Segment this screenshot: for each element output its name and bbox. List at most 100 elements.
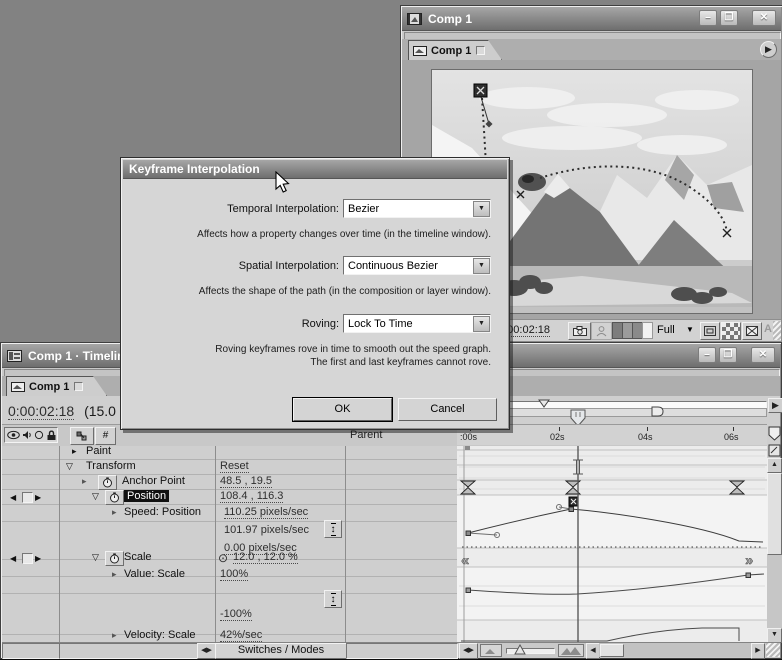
graph-height-button[interactable]: ↕ (324, 590, 342, 608)
twirl-velocity[interactable]: ▸ (112, 630, 117, 641)
timeline-current-time[interactable]: 0:00:02:18 (15.0 (8, 403, 116, 419)
transparency-grid-icon[interactable] (721, 322, 741, 340)
horizontal-scrollbar[interactable] (599, 643, 751, 657)
row-paint-label[interactable]: Paint (86, 446, 111, 457)
wireframe-icon[interactable] (742, 322, 762, 340)
roving-select[interactable]: Lock To Time ▼ (343, 314, 491, 333)
expand-graph-button[interactable]: ◀▶ (459, 643, 478, 659)
close-button[interactable]: ✕ (751, 347, 775, 363)
prev-keyframe-button[interactable]: ◀ (10, 554, 16, 563)
resize-grip[interactable] (773, 321, 781, 340)
minimize-button[interactable]: – (699, 10, 717, 26)
velocity-value[interactable]: 42%/sec (220, 629, 262, 642)
zoom-out-icon[interactable] (480, 644, 502, 657)
scale-keyframe-right[interactable]: » (745, 552, 753, 569)
timecode-hot-text[interactable]: 0:00:02:18 (8, 403, 74, 420)
anchor-value[interactable]: 48.5 , 19.5 (220, 475, 272, 488)
timeline-graph[interactable]: « » (457, 446, 767, 642)
cancel-button[interactable]: Cancel (398, 398, 497, 421)
resolution-dropdown-arrow[interactable]: ▼ (686, 325, 694, 334)
stopwatch-icon[interactable] (98, 475, 117, 490)
row-speed-label[interactable]: Speed: Position (124, 506, 201, 518)
hscroll-right-button[interactable]: ▶ (751, 643, 765, 659)
navigator-start-marker[interactable] (537, 399, 551, 409)
comp-marker-bin-icon[interactable] (768, 426, 782, 442)
dropdown-arrow-icon[interactable]: ▼ (473, 316, 490, 332)
row-velocity-label[interactable]: Velocity: Scale (124, 629, 196, 641)
scale-link-icon[interactable]: ⊙ (218, 551, 228, 565)
spatial-interpolation-select[interactable]: Continuous Bezier ▼ (343, 256, 491, 275)
graph-height-button[interactable]: ↕ (324, 520, 342, 538)
snapshot-camera-icon[interactable] (568, 322, 591, 340)
tab-marker-box[interactable] (74, 382, 83, 391)
panel-menu-button[interactable]: ▶ (768, 398, 782, 413)
comp-marker-icon[interactable] (768, 444, 782, 458)
twirl-paint[interactable]: ▸ (72, 446, 77, 457)
switches-modes-button[interactable]: Switches / Modes (215, 643, 347, 659)
twirl-scale[interactable]: ▽ (92, 552, 99, 563)
scroll-up-button[interactable]: ▲ (767, 458, 782, 473)
transform-reset[interactable]: Reset (220, 460, 249, 473)
next-keyframe-button[interactable]: ▶ (35, 554, 41, 563)
expand-columns-button[interactable]: ◀▶ (197, 643, 216, 659)
row-scale-label[interactable]: Scale (124, 551, 152, 563)
audio-icon[interactable] (22, 430, 33, 440)
keyframe-checkbox[interactable] (22, 553, 33, 564)
row-anchor-label[interactable]: Anchor Point (122, 475, 185, 487)
stopwatch-icon[interactable] (105, 490, 124, 505)
zoom-slider-thumb[interactable] (514, 644, 526, 655)
stopwatch-icon[interactable] (105, 551, 124, 566)
comp-titlebar[interactable]: Comp 1 – ❐ ✕ (402, 7, 781, 31)
minimize-button[interactable]: – (698, 347, 716, 363)
dropdown-arrow-icon[interactable]: ▼ (473, 258, 490, 274)
pixel-aspect-icon[interactable]: A (764, 323, 772, 335)
scale-keyframe-left[interactable]: « (461, 552, 469, 569)
scroll-down-button[interactable]: ▼ (767, 628, 782, 643)
eye-icon[interactable] (7, 430, 20, 440)
dialog-titlebar[interactable]: Keyframe Interpolation (123, 160, 507, 179)
next-keyframe-button[interactable]: ▶ (35, 493, 41, 502)
scrollbar-thumb[interactable] (767, 473, 782, 555)
region-of-interest-icon[interactable] (700, 322, 720, 340)
maximize-button[interactable]: ❐ (719, 347, 737, 363)
row-value-scale-label[interactable]: Value: Scale (124, 568, 185, 580)
panel-menu-button[interactable]: ▶ (760, 41, 777, 58)
hscroll-left-button[interactable]: ◀ (586, 643, 600, 659)
twirl-transform[interactable]: ▽ (66, 461, 73, 472)
work-area-end-handle[interactable] (651, 406, 664, 417)
row-position-label-selected[interactable]: Position (124, 490, 169, 502)
position-value[interactable]: 108.4 , 116.3 (220, 490, 283, 503)
zoom-in-icon[interactable] (558, 644, 584, 657)
temporal-interpolation-select[interactable]: Bezier ▼ (343, 199, 491, 218)
hscrollbar-thumb[interactable] (600, 644, 624, 657)
vertical-scrollbar[interactable]: ▲ ▼ (767, 458, 782, 642)
twirl-anchor[interactable]: ▸ (82, 476, 87, 487)
speed-value[interactable]: 110.25 pixels/sec (224, 506, 308, 519)
selected-keyframe-box[interactable] (569, 497, 578, 506)
lock-icon[interactable] (46, 430, 57, 441)
prev-keyframe-button[interactable]: ◀ (10, 493, 16, 502)
resolution-select[interactable]: Full (657, 324, 675, 336)
alpha-channel-icon[interactable] (642, 322, 653, 339)
resize-grip[interactable] (766, 643, 780, 657)
value-graph-min[interactable]: -100% (220, 608, 252, 621)
show-snapshot-icon[interactable] (591, 322, 612, 340)
twirl-speed[interactable]: ▸ (112, 507, 117, 518)
close-button[interactable]: ✕ (752, 10, 776, 26)
twirl-position[interactable]: ▽ (92, 491, 99, 502)
layer-number-header[interactable]: # (95, 427, 116, 445)
twirl-value-scale[interactable]: ▸ (112, 569, 117, 580)
keyframe-checkbox[interactable] (22, 492, 33, 503)
maximize-button[interactable]: ❐ (720, 10, 738, 26)
path-keyframe-box[interactable] (474, 84, 487, 97)
value-scale-value[interactable]: 100% (220, 568, 248, 581)
ok-button[interactable]: OK (293, 398, 392, 421)
layer-switches-icon[interactable] (70, 427, 94, 445)
comp-tab[interactable]: Comp 1 (408, 40, 502, 60)
dropdown-arrow-icon[interactable]: ▼ (473, 201, 490, 217)
row-transform-label[interactable]: Transform (86, 460, 136, 472)
tab-marker-box[interactable] (476, 46, 485, 55)
animated-layer-object[interactable] (518, 173, 546, 191)
timeline-tab-comp1[interactable]: Comp 1 (6, 376, 107, 396)
solo-icon[interactable] (34, 430, 44, 440)
